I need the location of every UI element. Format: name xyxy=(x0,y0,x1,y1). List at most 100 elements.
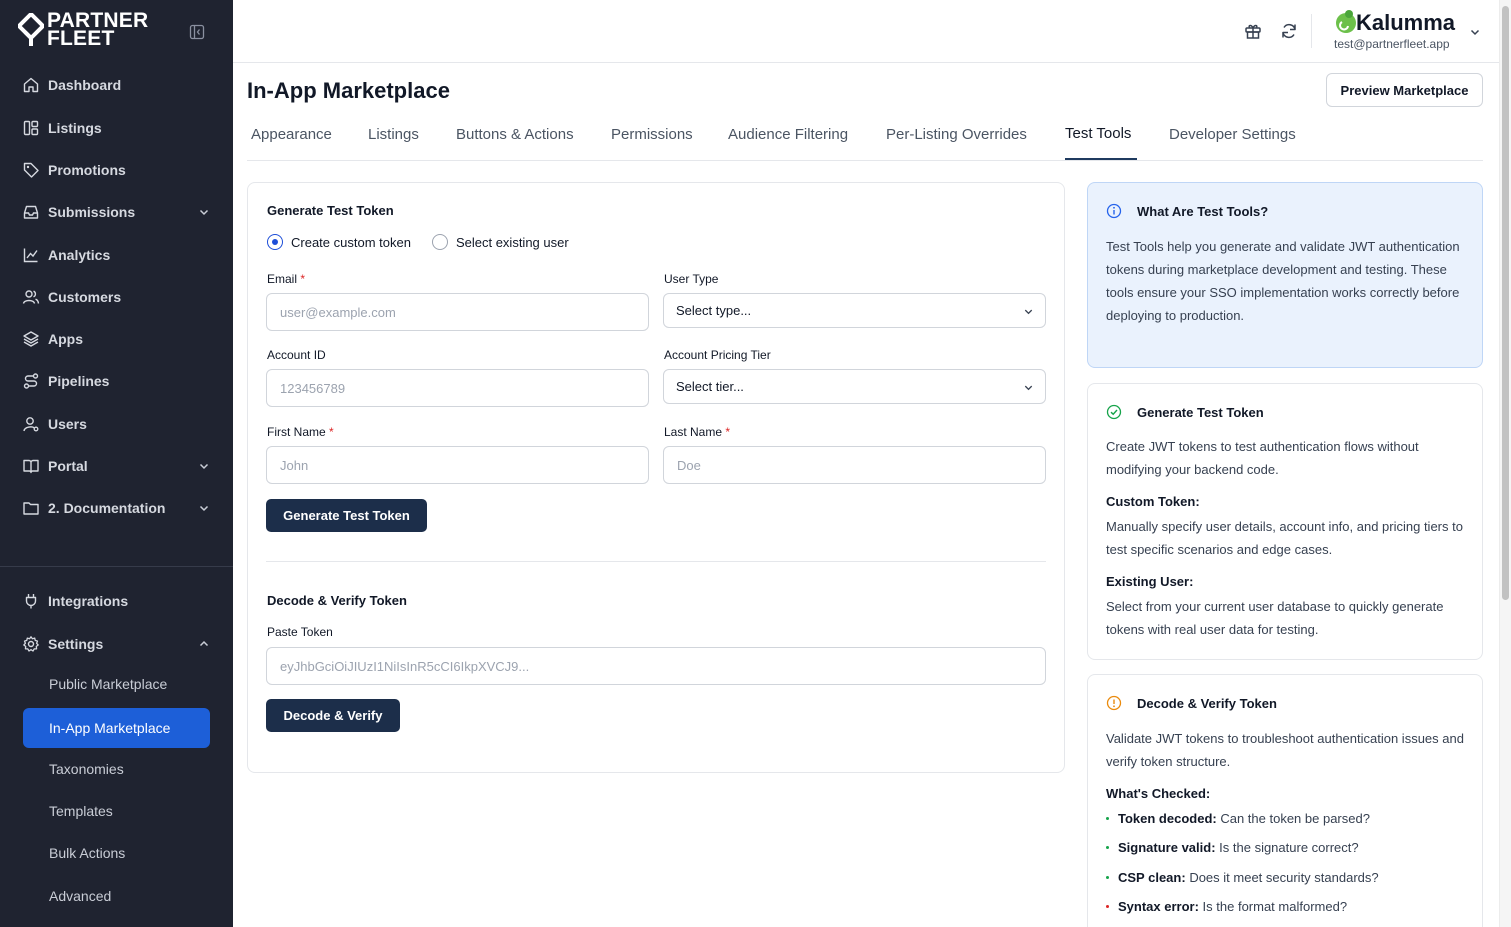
sidebar-subitem-advanced[interactable]: Advanced xyxy=(23,876,210,916)
user-type-label: User Type xyxy=(664,272,719,286)
preview-marketplace-button[interactable]: Preview Marketplace xyxy=(1326,73,1483,107)
logo-line-2: FLEET xyxy=(47,27,115,50)
sidebar-item-documentation[interactable]: 2. Documentation xyxy=(12,491,220,525)
status-dot xyxy=(1106,905,1109,909)
create-custom-token-radio[interactable] xyxy=(267,234,283,250)
tab-test-tools[interactable]: Test Tools xyxy=(1065,125,1131,142)
generate-token-help-panel: Generate Test Token Create JWT tokens to… xyxy=(1087,383,1483,660)
decode-verify-button[interactable]: Decode & Verify xyxy=(266,699,400,732)
check-item: CSP clean: Does it meet security standar… xyxy=(1106,870,1379,885)
sidebar-subitem-label: In-App Marketplace xyxy=(49,720,171,736)
last-name-field[interactable]: Doe xyxy=(663,446,1046,484)
sidebar-item-analytics[interactable]: Analytics xyxy=(12,238,220,272)
page-scrollbar[interactable] xyxy=(1499,0,1511,927)
sidebar-subitem-label: Advanced xyxy=(49,888,112,904)
sidebar-item-listings[interactable]: Listings xyxy=(12,111,220,145)
folder-icon xyxy=(23,502,39,515)
sidebar-subitem-label: Public Marketplace xyxy=(49,676,168,692)
decode-token-help-panel: Decode & Verify Token Validate JWT token… xyxy=(1087,674,1483,927)
tab-audience-filtering[interactable]: Audience Filtering xyxy=(728,126,848,143)
sidebar-subitem-label: Bulk Actions xyxy=(49,845,126,861)
generate-test-token-button[interactable]: Generate Test Token xyxy=(266,499,427,532)
page-title: In-App Marketplace xyxy=(247,78,450,103)
check-desc: Can the token be parsed? xyxy=(1220,811,1370,826)
whats-checked-heading: What's Checked: xyxy=(1106,786,1211,801)
gift-icon[interactable] xyxy=(1243,21,1263,41)
sidebar-item-label: Users xyxy=(48,416,87,432)
sidebar-item-users[interactable]: Users xyxy=(12,407,220,441)
pricing-tier-label: Account Pricing Tier xyxy=(664,348,771,362)
chevron-down-icon xyxy=(199,463,209,470)
user-type-select[interactable]: Select type... xyxy=(663,293,1046,328)
sidebar-item-integrations[interactable]: Integrations xyxy=(12,584,220,618)
token-mode-radio-group: Create custom token Select existing user xyxy=(267,234,569,250)
decode-panel-title: Decode & Verify Token xyxy=(1137,695,1277,711)
sidebar-subitem-bulk-actions[interactable]: Bulk Actions xyxy=(23,833,210,873)
sidebar-item-pipelines[interactable]: Pipelines xyxy=(12,364,220,398)
chevron-down-icon[interactable] xyxy=(1469,26,1481,38)
user-cog-icon xyxy=(23,417,39,432)
tab-bar: Appearance Listings Buttons & Actions Pe… xyxy=(247,112,1483,161)
alert-circle-icon xyxy=(1106,695,1122,711)
top-bar: Kalumma test@partnerfleet.app xyxy=(233,0,1499,63)
sidebar-subitem-taxonomies[interactable]: Taxonomies xyxy=(23,749,210,789)
sidebar-subitem-templates[interactable]: Templates xyxy=(23,791,210,831)
email-field[interactable]: user@example.com xyxy=(266,293,649,331)
check-item: Syntax error: Is the format malformed? xyxy=(1106,899,1347,914)
sidebar-item-dashboard[interactable]: Dashboard xyxy=(12,68,220,102)
sidebar-subitem-in-app-marketplace[interactable]: In-App Marketplace xyxy=(23,708,210,748)
account-id-field[interactable]: 123456789 xyxy=(266,369,649,407)
token-tools-card: Generate Test Token Create custom token … xyxy=(247,182,1065,773)
sidebar-collapse-icon[interactable] xyxy=(189,24,205,40)
check-term: Token decoded: xyxy=(1118,811,1217,826)
users-icon xyxy=(22,290,40,304)
tab-permissions[interactable]: Permissions xyxy=(611,126,693,143)
sidebar-item-promotions[interactable]: Promotions xyxy=(12,153,220,187)
select-existing-user-label[interactable]: Select existing user xyxy=(456,235,569,250)
first-name-field[interactable]: John xyxy=(266,446,649,484)
first-name-label: First Name * xyxy=(267,425,334,439)
sidebar-divider xyxy=(0,566,233,567)
sidebar-item-portal[interactable]: Portal xyxy=(12,449,220,483)
scrollbar-thumb[interactable] xyxy=(1502,6,1509,600)
home-icon xyxy=(23,77,39,93)
sidebar-item-label: Submissions xyxy=(48,204,136,220)
create-custom-token-label[interactable]: Create custom token xyxy=(291,235,411,250)
partnerfleet-logo[interactable]: PARTNER FLEET xyxy=(18,10,148,50)
sidebar-item-apps[interactable]: Apps xyxy=(12,322,220,356)
book-open-icon xyxy=(23,459,39,474)
sidebar-item-label: Analytics xyxy=(48,247,111,263)
sidebar-subitem-public-marketplace[interactable]: Public Marketplace xyxy=(23,664,210,704)
status-dot xyxy=(1106,876,1109,880)
what-are-test-tools-card: What Are Test Tools? Test Tools help you… xyxy=(1087,182,1483,368)
tab-developer-settings[interactable]: Developer Settings xyxy=(1169,126,1296,143)
tab-buttons-actions[interactable]: Buttons & Actions xyxy=(456,126,574,143)
check-term: Signature valid: xyxy=(1118,840,1216,855)
select-existing-user-radio[interactable] xyxy=(431,234,448,250)
generate-panel-text: Create JWT tokens to test authentication… xyxy=(1106,439,1419,477)
last-name-label-text: Last Name xyxy=(664,425,723,439)
info-text: Test Tools help you generate and validat… xyxy=(1106,239,1460,323)
sidebar-item-label: Promotions xyxy=(48,162,126,178)
existing-user-text: Select from your current user database t… xyxy=(1106,599,1444,637)
tab-listings[interactable]: Listings xyxy=(368,126,419,143)
decode-token-heading: Decode & Verify Token xyxy=(267,593,407,608)
account-email: test@partnerfleet.app xyxy=(1334,37,1450,51)
sidebar-item-customers[interactable]: Customers xyxy=(12,280,220,314)
active-tab-indicator xyxy=(1065,158,1137,160)
tab-per-listing-overrides[interactable]: Per-Listing Overrides xyxy=(886,126,1027,143)
existing-user-heading: Existing User: xyxy=(1106,574,1194,589)
sidebar-item-settings[interactable]: Settings xyxy=(12,627,220,661)
pricing-tier-select[interactable]: Select tier... xyxy=(663,369,1046,404)
sidebar-item-label: Portal xyxy=(48,458,88,474)
paste-token-field[interactable]: eyJhbGciOiJIUzI1NiIsInR5cCI6IkpXVCJ9... xyxy=(266,647,1046,685)
sidebar-item-submissions[interactable]: Submissions xyxy=(12,195,220,229)
sidebar-item-label: Customers xyxy=(48,289,122,305)
email-label-text: Email xyxy=(267,272,298,286)
refresh-icon[interactable] xyxy=(1279,21,1299,41)
check-term: Syntax error: xyxy=(1118,899,1199,914)
custom-token-text: Manually specify user details, account i… xyxy=(1106,519,1463,557)
info-title: What Are Test Tools? xyxy=(1137,203,1269,219)
tab-appearance[interactable]: Appearance xyxy=(251,126,332,143)
check-desc: Does it meet security standards? xyxy=(1189,870,1379,885)
